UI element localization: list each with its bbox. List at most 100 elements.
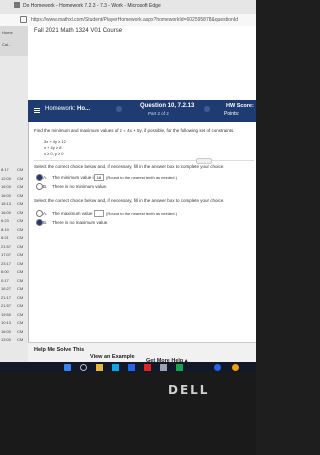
left-time-row[interactable]: 16:00 CM [0, 192, 28, 200]
max-value-input[interactable] [94, 210, 104, 217]
monitor-screen: Do Homework - Homework 7.2.3 - 7.3 - Wor… [0, 0, 256, 372]
time-text: 16:00 [1, 184, 12, 189]
store-icon[interactable] [176, 364, 183, 371]
min-value-input[interactable]: 16 [94, 174, 104, 181]
time-text: 8:21 [1, 235, 9, 240]
left-time-row[interactable]: 19:50 CM [0, 311, 28, 319]
time-text: 6:00 [1, 269, 9, 274]
course-title: Fall 2021 Math 1324 V01 Course [34, 28, 123, 34]
search-icon[interactable] [80, 364, 87, 371]
max-round-note: (Round to the nearest tenth as needed.) [106, 211, 177, 216]
tag-text: CM [17, 337, 24, 342]
left-time-row[interactable]: 16:27 CM [0, 285, 28, 293]
time-text: 17:07 [1, 252, 12, 257]
left-time-row[interactable]: 16:00 CM [0, 328, 28, 336]
browser-title-bar: Do Homework - Homework 7.2.3 - 7.3 - Wor… [0, 0, 256, 14]
tag-text: CM [17, 243, 24, 249]
left-time-row[interactable]: 13:00 CM [0, 336, 28, 344]
left-time-row[interactable]: 8:17 CM [0, 166, 28, 174]
office-icon[interactable] [144, 364, 151, 371]
time-text: 21:17 [1, 294, 12, 300]
tag-text: CM [17, 218, 24, 223]
left-time-row[interactable]: 16:00 CM [0, 183, 28, 191]
tray-icon[interactable] [232, 364, 239, 371]
time-text: 21:57 [1, 243, 12, 249]
left-time-row[interactable]: 21:17 CM [0, 294, 28, 302]
prev-question-icon[interactable] [116, 106, 122, 112]
instruction-max: Select the correct choice below and, if … [34, 198, 225, 203]
mail-icon[interactable] [128, 364, 135, 371]
left-time-row[interactable]: 6:00 CM [0, 268, 28, 276]
constraint-1: 3x + 4y ≥ 12 [44, 139, 66, 144]
tab-title[interactable]: Do Homework - Homework 7.2.3 - 7.3 - Wor… [23, 3, 161, 9]
left-time-row[interactable]: 18:13 CM [0, 200, 28, 208]
chrome-icon[interactable] [214, 364, 221, 371]
left-time-row[interactable]: 10:13 CM [0, 319, 28, 327]
no-min-label: There is no minimum value. [52, 184, 108, 189]
time-text: 16:27 [1, 286, 12, 291]
time-text: 19:50 [1, 311, 12, 317]
time-text: 16:00 [1, 209, 12, 215]
instruction-min: Select the correct choice below and, if … [34, 164, 225, 169]
edge-icon[interactable] [112, 364, 119, 371]
radio-min-b[interactable] [36, 183, 43, 190]
file-explorer-icon[interactable] [96, 364, 103, 371]
tag-text: CM [17, 235, 24, 240]
left-time-row[interactable]: 6:23 CM [0, 217, 28, 225]
app-icon[interactable] [160, 364, 167, 371]
time-text: 21:57 [1, 303, 12, 308]
radio-max-a[interactable] [36, 210, 43, 217]
next-question-icon[interactable] [204, 106, 210, 112]
points-label: Points: [224, 111, 240, 117]
left-time-row[interactable]: 21:57 CM [0, 302, 28, 310]
question-label: Question 10, 7.2.13 [140, 103, 195, 109]
course-header [28, 26, 256, 100]
left-time-list: 8:17 CM 12:00 CM 16:00 CM 16:00 CM 18:13 CM 16:00 C… [0, 166, 28, 346]
tag-text: CM [17, 192, 24, 198]
left-time-row[interactable]: 0:17 CM [0, 277, 28, 285]
view-example-button[interactable]: View an Example [90, 354, 135, 360]
left-time-row[interactable]: 21:57 CM [0, 243, 28, 251]
radio-min-a[interactable] [36, 174, 43, 181]
time-text: 8:19 [1, 226, 9, 232]
left-time-row[interactable]: 17:07 CM [0, 251, 28, 259]
tag-text: CM [17, 269, 24, 274]
left-time-row[interactable]: 16:00 CM [0, 209, 28, 217]
min-value-label: The minimum value is [52, 175, 96, 180]
left-item-1[interactable]: Home [2, 30, 13, 35]
constraint-2: x + 4y ≥ 8 [44, 145, 62, 150]
time-text: 8:17 [1, 167, 9, 172]
tag-text: CM [17, 311, 24, 317]
time-text: 18:13 [1, 201, 12, 206]
left-time-row[interactable]: 8:19 CM [0, 226, 28, 234]
tag-text: CM [17, 184, 24, 189]
left-time-row[interactable]: 8:21 CM [0, 234, 28, 242]
no-max-label: There is no maximum value. [52, 220, 109, 225]
tag-text: CM [17, 286, 24, 291]
tag-text: CM [17, 320, 24, 325]
hw-score-label: HW Score: [226, 103, 254, 109]
modal-header: Homework: Ho... Question 10, 7.2.13 Part… [28, 100, 256, 122]
left-time-row[interactable]: 23:17 CM [0, 260, 28, 268]
radio-max-b[interactable] [36, 219, 43, 226]
tag-text: CM [17, 201, 24, 206]
menu-icon[interactable] [34, 108, 40, 109]
option-a-min-letter: A. [43, 175, 48, 180]
url-text[interactable]: https://www.mathxl.com/Student/PlayerHom… [31, 17, 253, 23]
left-item-2[interactable]: Cal... [2, 42, 11, 47]
left-time-row[interactable]: 12:00 CM [0, 175, 28, 183]
tag-text: CM [17, 303, 24, 308]
lock-icon [20, 16, 27, 23]
max-value-label: The maximum value is [52, 211, 98, 216]
part-label: Part 2 of 2 [148, 111, 169, 116]
min-round-note: (Round to the nearest tenth as needed.) [106, 175, 177, 180]
time-text: 23:17 [1, 260, 12, 266]
homework-name[interactable]: Ho... [77, 106, 90, 112]
tag-text: CM [17, 252, 24, 257]
time-text: 12:00 [1, 175, 12, 181]
start-icon[interactable] [64, 364, 71, 371]
option-b-min-letter: B. [43, 184, 48, 189]
help-me-solve-button[interactable]: Help Me Solve This [34, 347, 84, 353]
tag-text: CM [17, 167, 24, 172]
left-pane-header: Home Cal... [0, 26, 28, 56]
